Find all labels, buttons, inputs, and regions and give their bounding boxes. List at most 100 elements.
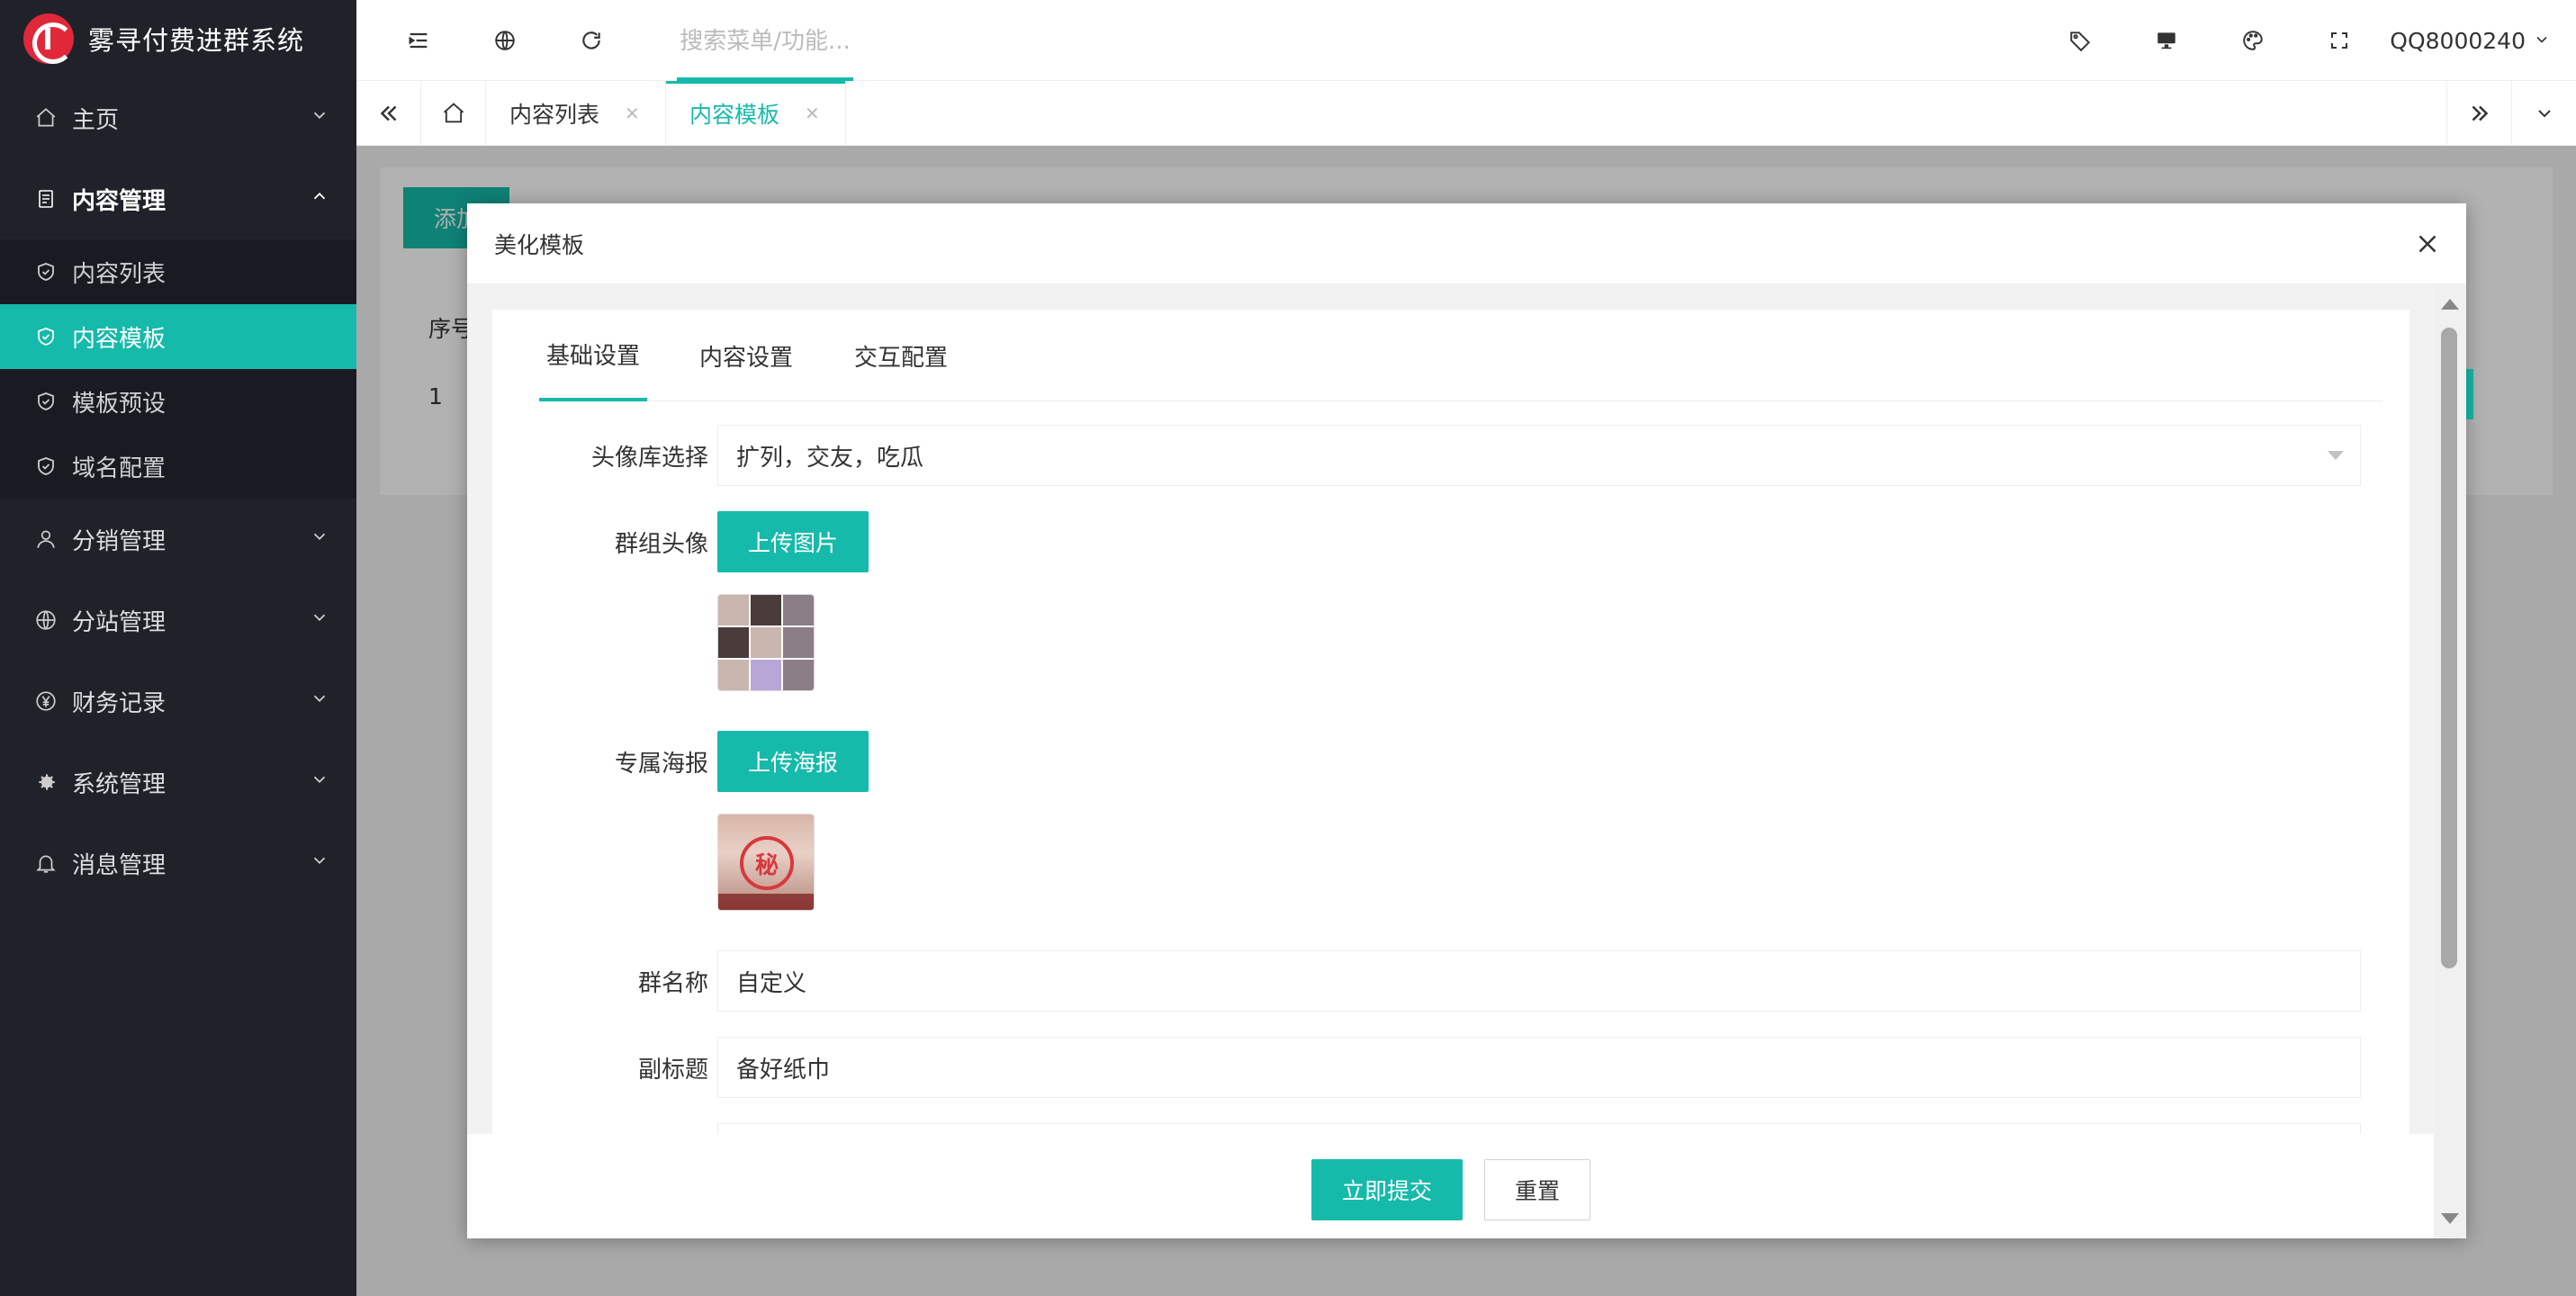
sidebar-item-label: 财务记录	[72, 689, 167, 717]
next-field-input[interactable]	[717, 1123, 2361, 1134]
chevron-down-icon	[310, 526, 329, 553]
subtitle-label: 副标题	[637, 1057, 708, 1084]
sidebar-subitem-template-preset[interactable]: 模板预设	[0, 369, 356, 434]
modal-tabs: 基础设置 内容设置 交互配置	[539, 310, 2382, 401]
modal-title: 美化模板	[467, 203, 2466, 284]
home-tab-icon[interactable]	[421, 81, 486, 146]
sidebar-item-label: 分销管理	[72, 527, 167, 555]
yen-icon	[32, 688, 59, 715]
gear-icon	[32, 769, 59, 796]
close-icon[interactable]: ✕	[625, 103, 640, 124]
fullscreen-icon[interactable]	[2320, 22, 2358, 59]
chevron-down-icon	[310, 769, 329, 796]
sidebar: 雾寻付费进群系统 主页 内容管理 内容列表 内容模板 模板预设 域名配置 分销管…	[0, 0, 356, 1296]
close-icon[interactable]	[2412, 229, 2443, 259]
user-menu[interactable]: QQ8000240	[2390, 0, 2551, 81]
upload-image-button[interactable]: 上传图片	[717, 511, 869, 572]
chevron-up-icon	[310, 185, 329, 212]
chevron-down-icon	[2533, 28, 2551, 54]
poster-preview[interactable]: 秘	[717, 814, 815, 911]
chevron-down-icon	[310, 607, 329, 634]
template-modal: 美化模板 基础设置 内容设置 交互配置 头像库选择 扩列，交友，吃瓜 群组头像 …	[467, 203, 2466, 1238]
tab-content-template[interactable]: 内容模板 ✕	[666, 81, 846, 146]
chevron-down-icon	[310, 104, 329, 131]
monitor-icon[interactable]	[2148, 22, 2185, 59]
group-name-label: 群名称	[637, 970, 708, 997]
avatar-library-label: 头像库选择	[590, 445, 708, 472]
caret-down-icon	[2328, 451, 2344, 460]
tab-content-list[interactable]: 内容列表 ✕	[486, 81, 666, 146]
refresh-icon[interactable]	[572, 22, 610, 59]
palette-icon[interactable]	[2234, 22, 2272, 59]
poster-label: 专属海报	[614, 751, 708, 778]
chevron-down-icon	[310, 688, 329, 715]
poster-image: 秘	[718, 814, 814, 910]
tab-label: 内容列表	[509, 102, 600, 128]
upload-poster-button[interactable]: 上传海报	[717, 731, 869, 792]
sidebar-item-content[interactable]: 内容管理	[0, 158, 356, 239]
globe-icon[interactable]	[486, 22, 524, 59]
group-name-input[interactable]: 自定义	[717, 950, 2361, 1012]
sidebar-subitem-content-template[interactable]: 内容模板	[0, 304, 356, 369]
shield-check-icon	[32, 258, 59, 285]
shield-check-icon	[32, 323, 59, 350]
username: QQ8000240	[2390, 27, 2526, 54]
tab-content-settings[interactable]: 内容设置	[692, 310, 800, 401]
sidebar-item-distribution[interactable]: 分销管理	[0, 499, 356, 580]
shield-check-icon	[32, 453, 59, 480]
avatar-collage	[718, 595, 814, 690]
sidebar-subnav: 内容列表 内容模板 模板预设 域名配置	[0, 239, 356, 499]
tabs-menu-icon[interactable]	[2511, 81, 2576, 146]
tabs-next-icon[interactable]	[2446, 81, 2511, 146]
sidebar-subitem-label: 内容模板	[72, 325, 167, 353]
scroll-up-icon[interactable]	[2441, 299, 2459, 310]
globe-icon	[32, 607, 59, 634]
submit-button[interactable]: 立即提交	[1311, 1159, 1463, 1220]
group-avatar-label: 群组头像	[614, 531, 708, 558]
tag-icon[interactable]	[2061, 22, 2099, 59]
user-icon	[32, 526, 59, 553]
page-tabs: 内容列表 ✕ 内容模板 ✕	[356, 81, 2576, 146]
scroll-down-icon[interactable]	[2441, 1213, 2459, 1224]
search-input[interactable]: 搜索菜单/功能...	[677, 0, 853, 81]
app-title: 雾寻付费进群系统	[88, 25, 305, 56]
sidebar-item-finance[interactable]: 财务记录	[0, 661, 356, 742]
subtitle-input[interactable]: 备好纸巾	[717, 1037, 2361, 1098]
row-action-button	[2466, 369, 2473, 419]
sidebar-item-label: 系统管理	[72, 770, 167, 798]
sidebar-subitem-label: 内容列表	[72, 260, 167, 288]
document-icon	[32, 185, 59, 212]
menu-toggle-icon[interactable]	[400, 22, 437, 59]
sidebar-subitem-label: 模板预设	[72, 390, 167, 418]
logo-icon	[23, 14, 74, 64]
form-panel: 基础设置 内容设置 交互配置 头像库选择 扩列，交友，吃瓜 群组头像 上传图片 …	[492, 310, 2409, 1134]
sidebar-item-label: 消息管理	[72, 851, 167, 879]
sidebar-item-system[interactable]: 系统管理	[0, 742, 356, 823]
sidebar-item-label: 主页	[72, 106, 120, 134]
modal-body: 基础设置 内容设置 交互配置 头像库选择 扩列，交友，吃瓜 群组头像 上传图片 …	[467, 284, 2466, 1134]
tab-label: 内容模板	[689, 102, 780, 128]
tab-interaction-config[interactable]: 交互配置	[847, 310, 955, 401]
modal-scrollbar[interactable]	[2434, 284, 2466, 1238]
reset-button[interactable]: 重置	[1484, 1159, 1590, 1220]
bell-icon	[32, 850, 59, 877]
top-header: 搜索菜单/功能... QQ8000240	[356, 0, 2576, 81]
sidebar-item-substation[interactable]: 分站管理	[0, 580, 356, 661]
modal-footer: 立即提交 重置	[467, 1134, 2434, 1238]
tab-basic-settings[interactable]: 基础设置	[539, 310, 648, 401]
avatar-library-value: 扩列，交友，吃瓜	[736, 444, 924, 472]
sidebar-item-label: 分站管理	[72, 608, 167, 636]
logo[interactable]: 雾寻付费进群系统	[0, 0, 356, 77]
sidebar-item-messages[interactable]: 消息管理	[0, 823, 356, 904]
sidebar-subitem-content-list[interactable]: 内容列表	[0, 239, 356, 304]
shield-check-icon	[32, 388, 59, 415]
sidebar-subitem-domain-config[interactable]: 域名配置	[0, 434, 356, 499]
avatar-library-select[interactable]: 扩列，交友，吃瓜	[717, 425, 2361, 486]
sidebar-item-home[interactable]: 主页	[0, 77, 356, 158]
tabs-prev-icon[interactable]	[356, 81, 421, 146]
close-icon[interactable]: ✕	[805, 103, 820, 124]
sidebar-subitem-label: 域名配置	[72, 454, 167, 482]
group-avatar-preview[interactable]	[717, 594, 815, 691]
home-icon	[32, 104, 59, 131]
scrollbar-thumb[interactable]	[2441, 328, 2457, 968]
